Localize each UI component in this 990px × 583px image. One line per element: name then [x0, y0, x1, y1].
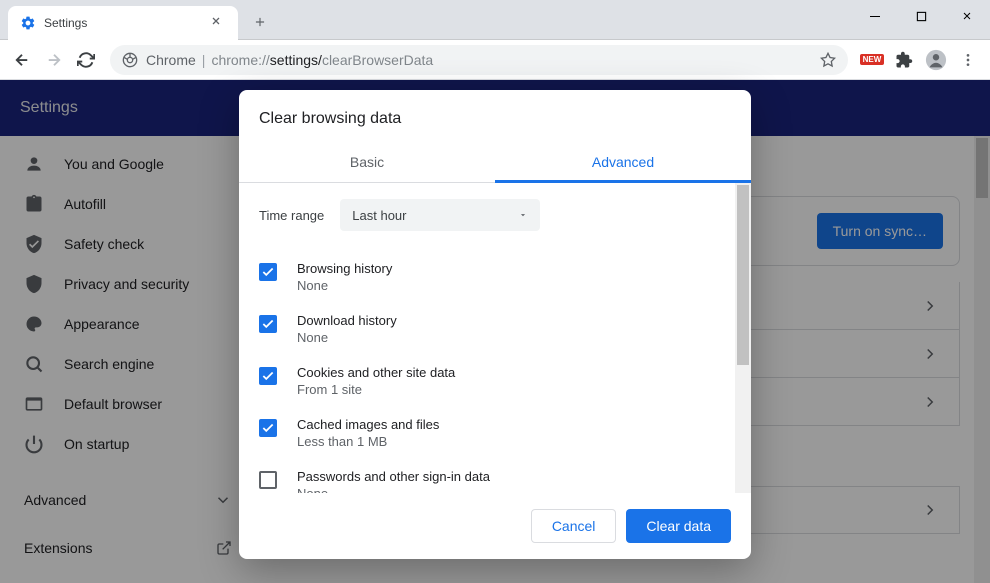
- settings-gear-icon: [20, 15, 36, 31]
- omnibox-url: chrome://settings/clearBrowserData: [211, 52, 433, 68]
- window-titlebar: Settings: [0, 0, 990, 40]
- window-controls: [852, 0, 990, 32]
- check-item-title: Browsing history: [297, 261, 392, 276]
- back-button[interactable]: [8, 46, 36, 74]
- check-item-title: Cached images and files: [297, 417, 439, 432]
- forward-button[interactable]: [40, 46, 68, 74]
- dialog-title: Clear browsing data: [239, 90, 751, 142]
- minimize-button[interactable]: [852, 0, 898, 32]
- extensions-icon[interactable]: [890, 46, 918, 74]
- check-item-subtitle: None: [297, 486, 490, 493]
- address-bar[interactable]: Chrome | chrome://settings/clearBrowserD…: [110, 45, 848, 75]
- dialog-scrollbar[interactable]: [735, 183, 751, 493]
- dialog-footer: Cancel Clear data: [239, 493, 751, 559]
- clear-browsing-data-dialog: Clear browsing data Basic Advanced Time …: [239, 90, 751, 559]
- close-tab-icon[interactable]: [210, 15, 226, 31]
- browser-toolbar: Chrome | chrome://settings/clearBrowserD…: [0, 40, 990, 80]
- time-range-label: Time range: [259, 208, 324, 223]
- check-item-subtitle: Less than 1 MB: [297, 434, 439, 449]
- check-item[interactable]: Passwords and other sign-in data None: [259, 459, 747, 493]
- menu-dots-icon[interactable]: [954, 46, 982, 74]
- cancel-button[interactable]: Cancel: [531, 509, 617, 543]
- checkbox[interactable]: [259, 471, 277, 489]
- time-range-value: Last hour: [352, 208, 406, 223]
- clear-data-button[interactable]: Clear data: [626, 509, 731, 543]
- time-range-select[interactable]: Last hour: [340, 199, 540, 231]
- check-item[interactable]: Download history None: [259, 303, 747, 355]
- check-item-title: Download history: [297, 313, 397, 328]
- new-tab-button[interactable]: [246, 8, 274, 36]
- reload-button[interactable]: [72, 46, 100, 74]
- checkbox[interactable]: [259, 315, 277, 333]
- check-item[interactable]: Cookies and other site data From 1 site: [259, 355, 747, 407]
- close-window-button[interactable]: [944, 0, 990, 32]
- omnibox-separator: |: [202, 52, 206, 68]
- chrome-site-icon: [122, 52, 138, 68]
- new-badge-icon[interactable]: NEW: [858, 46, 886, 74]
- dropdown-arrow-icon: [518, 210, 528, 220]
- tab-title: Settings: [44, 16, 202, 30]
- dialog-scrollbar-thumb[interactable]: [737, 185, 749, 365]
- profile-avatar-icon[interactable]: [922, 46, 950, 74]
- omnibox-text: Chrome | chrome://settings/clearBrowserD…: [146, 52, 433, 68]
- browser-tab[interactable]: Settings: [8, 6, 238, 40]
- check-item-subtitle: None: [297, 278, 392, 293]
- maximize-button[interactable]: [898, 0, 944, 32]
- checkbox[interactable]: [259, 263, 277, 281]
- tab-basic[interactable]: Basic: [239, 142, 495, 182]
- checkbox[interactable]: [259, 419, 277, 437]
- omnibox-chrome-label: Chrome: [146, 52, 196, 68]
- check-item-subtitle: From 1 site: [297, 382, 455, 397]
- check-item-subtitle: None: [297, 330, 397, 345]
- time-range-row: Time range Last hour: [259, 199, 747, 231]
- check-item-title: Cookies and other site data: [297, 365, 455, 380]
- tab-advanced[interactable]: Advanced: [495, 142, 751, 182]
- check-item[interactable]: Browsing history None: [259, 251, 747, 303]
- checkbox[interactable]: [259, 367, 277, 385]
- check-item[interactable]: Cached images and files Less than 1 MB: [259, 407, 747, 459]
- check-item-title: Passwords and other sign-in data: [297, 469, 490, 484]
- dialog-body: Time range Last hour Browsing history Non…: [239, 183, 751, 493]
- dialog-tabs: Basic Advanced: [239, 142, 751, 183]
- bookmark-star-icon[interactable]: [820, 52, 836, 68]
